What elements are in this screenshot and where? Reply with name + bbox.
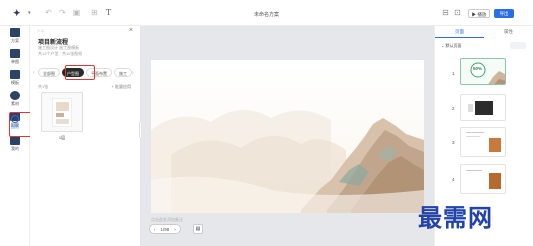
tab-construction[interactable]: 施工 — [114, 68, 132, 77]
export-button[interactable]: 导出 — [494, 9, 514, 18]
rail-item-label: 模板 — [11, 80, 19, 85]
page-indicator: 1/98 — [160, 226, 170, 232]
floorplan-thumbnail[interactable] — [41, 92, 83, 132]
slide-thumb-image — [489, 138, 501, 152]
slide-thumb-line — [466, 132, 484, 133]
rail-material-icon — [10, 91, 20, 100]
slide-number: 2 — [452, 106, 455, 111]
panel-back-nav[interactable]: ‹ ⌂ — [38, 28, 44, 34]
tabs-next-icon[interactable]: › — [132, 70, 134, 76]
result-count: 共1张 — [38, 84, 49, 89]
slide-thumb-1[interactable]: 50% — [460, 58, 506, 85]
rail-item-label: 我的 — [11, 146, 19, 151]
slide-canvas[interactable] — [151, 60, 424, 213]
tab-properties[interactable]: 属性 — [484, 26, 533, 38]
section-action-button[interactable] — [510, 42, 526, 49]
slide-thumb-preview — [470, 62, 505, 84]
next-page-icon[interactable]: › — [174, 227, 176, 232]
rail-item-2[interactable]: 单图 — [0, 49, 30, 65]
rail-item-label: 单图 — [11, 59, 19, 64]
preview-icon[interactable]: ⊡ — [453, 8, 462, 17]
slide-thumb-3[interactable] — [460, 127, 506, 157]
grid-view-icon[interactable]: ▤ — [193, 224, 203, 234]
batch-apply-button[interactable]: + 批量应用 — [112, 84, 131, 90]
slide-thumb-block — [468, 104, 473, 112]
thumbnail-caption: 1层 — [58, 135, 66, 140]
rail-mine-icon — [10, 136, 20, 145]
top-bar: ✦ ▾ ↶ ↷ ▣ ⊞ T 未命名方案 ⊟ ⊡ ▶ 播放 导出 — [0, 0, 533, 26]
slide-thumb-2[interactable] — [460, 94, 506, 121]
page-navigator: ‹ 1/98 › — [149, 224, 181, 234]
slide-thumb-4[interactable] — [460, 164, 506, 194]
page-section-label[interactable]: ⌄ 默认页面 — [441, 43, 461, 49]
play-button[interactable]: ▶ 播放 — [468, 9, 490, 18]
rail-single-icon — [10, 49, 20, 58]
slide-thumb-image — [489, 173, 501, 189]
watermark: 最需网 — [418, 203, 493, 232]
rail-item-4[interactable]: 素材 — [0, 91, 30, 107]
notes-placeholder[interactable]: 点击此处添加备注 — [151, 217, 183, 223]
floorplan-image — [52, 98, 72, 127]
prev-page-icon[interactable]: ‹ — [154, 227, 156, 232]
landscape-painting — [151, 60, 424, 213]
tab-pages[interactable]: 页面 — [435, 26, 484, 38]
close-icon[interactable]: × — [129, 27, 133, 34]
rail-scheme-icon — [10, 28, 20, 37]
panel-count: 共12个户型 · 共11张图纸 — [38, 51, 83, 56]
rail-item-7[interactable]: 我的 — [0, 136, 30, 152]
tab-all[interactable]: 全部图 — [38, 68, 60, 77]
tabs-prev-icon[interactable]: ‹ — [33, 70, 35, 76]
slide-thumb-line — [466, 136, 480, 137]
rail-item-label: 方案 — [11, 38, 19, 43]
layout-icon[interactable]: ⊟ — [441, 8, 450, 17]
asset-panel: ‹ ⌂ × 项目新流程 施工图设计 施工图模板 共12个户型 · 共11张图纸 … — [30, 26, 141, 246]
rail-template-icon — [10, 70, 20, 79]
slide-thumb-image — [475, 101, 493, 115]
rail-item-1[interactable]: 方案 — [0, 28, 30, 44]
rail-item-3[interactable]: 模板 — [0, 70, 30, 86]
slide-number: 1 — [452, 71, 455, 76]
active-tab-highlight — [65, 65, 95, 80]
canvas-area: 点击此处添加备注 ‹ 1/98 › ▤ — [141, 26, 434, 246]
rail-item-label: 素材 — [11, 101, 19, 106]
slide-badge: 50% — [473, 66, 483, 71]
slide-thumb-line — [466, 170, 482, 171]
slide-number: 4 — [452, 177, 455, 182]
slide-number: 3 — [452, 140, 455, 145]
section-title: 默认页面 — [445, 43, 462, 48]
